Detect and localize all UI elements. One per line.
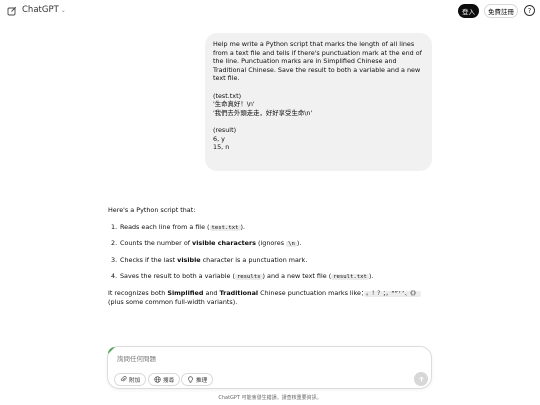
inline-code: 。！？；，“”‘’、《》 (364, 290, 421, 297)
inline-code: \n (286, 241, 297, 248)
step-text: Saves the result to both a variable (res… (120, 271, 374, 280)
prompt-input[interactable] (117, 355, 367, 363)
signup-button[interactable]: 免費註冊 (484, 4, 518, 18)
globe-icon (154, 376, 161, 383)
help-icon[interactable]: ? (524, 5, 535, 16)
lightbulb-icon (188, 376, 193, 383)
user-message-result: (result) 6, y 15, n (213, 125, 237, 152)
assistant-message: Here's a Python script that: 1. Reads ea… (108, 206, 438, 307)
search-label: 搜尋 (163, 377, 175, 384)
send-button[interactable] (414, 372, 428, 386)
user-message-sample: (test.txt) '生命真好！\n' '我們去外頭走走，好好享受生命\n' (213, 91, 313, 117)
step-text: Checks if the last visible character is … (120, 256, 308, 265)
reason-button[interactable]: 推理 (181, 373, 214, 386)
paperclip-icon (120, 376, 127, 382)
list-item: 2. Counts the number of visible characte… (108, 239, 438, 249)
list-item: 3. Checks if the last visible character … (108, 256, 438, 265)
attach-button[interactable]: 附加 (114, 373, 147, 386)
inline-code: test.txt (209, 224, 241, 231)
list-item: 4. Saves the result to both a variable (… (108, 272, 438, 282)
step-number: 2. (111, 239, 118, 248)
composer-accent (108, 347, 115, 354)
step-text: Counts the number of visible characters … (120, 239, 302, 248)
step-number: 1. (111, 222, 118, 231)
list-item: 1. Reads each line from a file (test.txt… (108, 223, 438, 233)
reason-label: 推理 (196, 377, 208, 384)
top-bar: ChatGPT ⌄ 登入 免費註冊 ? (0, 0, 540, 22)
message-composer: 附加 搜尋 推理 (107, 346, 432, 389)
assistant-intro: Here's a Python script that: (108, 206, 196, 214)
steps-list: 1. Reads each line from a file (test.txt… (108, 223, 438, 282)
user-message-text: Help me write a Python script that marks… (213, 40, 422, 83)
disclaimer: ChatGPT 可能會發生錯誤。請查核重要資訊。 (218, 395, 322, 401)
brand-label: ChatGPT (22, 5, 59, 15)
arrow-up-icon (418, 376, 424, 382)
step-number: 3. (111, 256, 118, 265)
step-number: 4. (111, 271, 118, 280)
search-button[interactable]: 搜尋 (148, 373, 181, 386)
new-chat-icon[interactable] (7, 6, 17, 16)
model-selector[interactable]: ChatGPT ⌄ (22, 5, 66, 15)
inline-code: result.txt (331, 273, 369, 280)
assistant-closing: It recognizes both Simplified and Tradit… (108, 288, 421, 307)
attach-label: 附加 (129, 377, 141, 384)
user-message-bubble: Help me write a Python script that marks… (205, 33, 432, 171)
inline-code: results (234, 273, 263, 280)
chevron-down-icon: ⌄ (60, 6, 66, 14)
step-text: Reads each line from a file (test.txt). (120, 222, 246, 231)
login-button[interactable]: 登入 (458, 4, 479, 18)
